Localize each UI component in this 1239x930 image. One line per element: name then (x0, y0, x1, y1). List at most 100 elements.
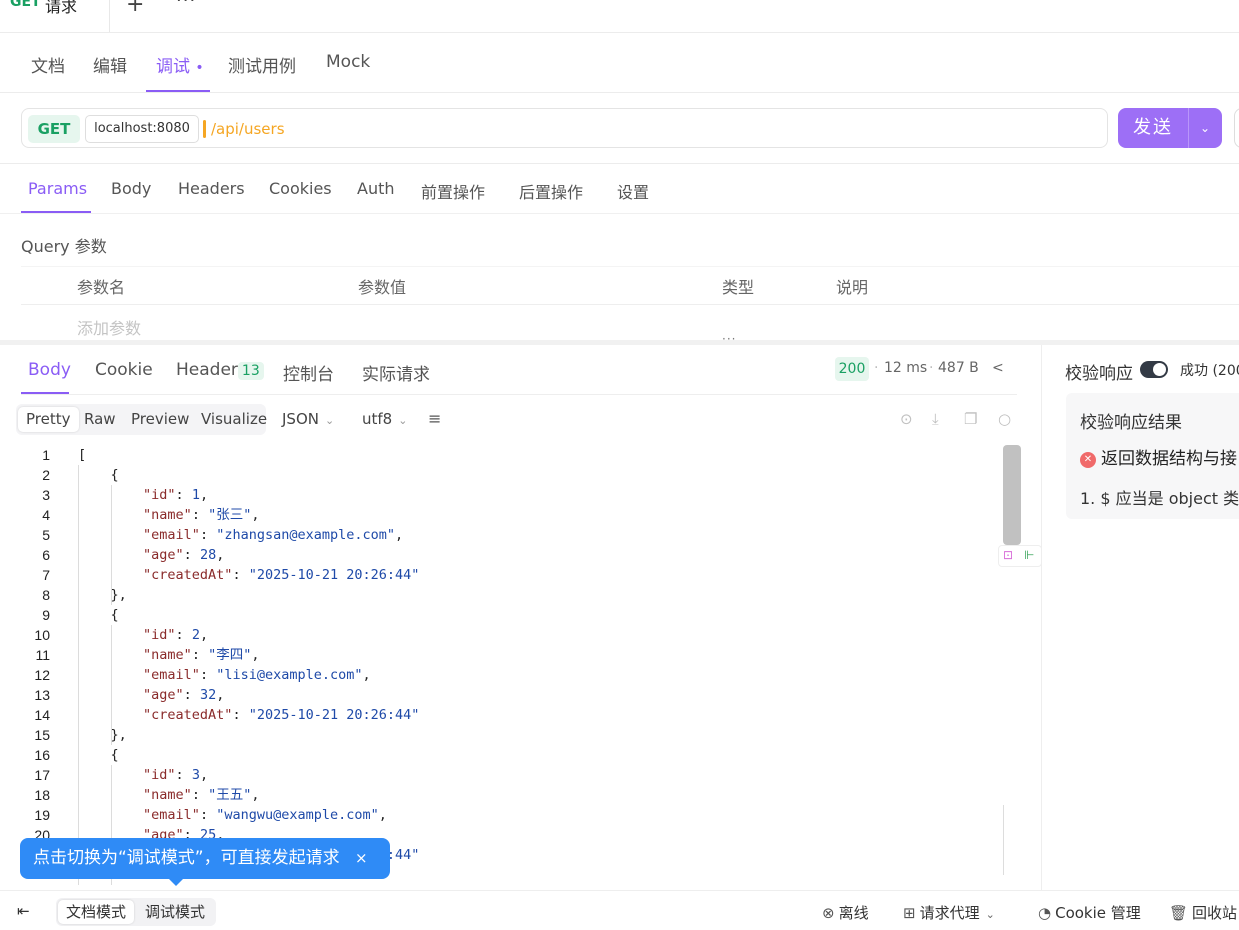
cookie-manager-label: Cookie 管理 (1055, 904, 1141, 922)
tab-pre-ops[interactable]: 前置操作 (421, 179, 485, 203)
tab-docs[interactable]: 文档 (31, 52, 65, 77)
request-tab[interactable]: GET 请求 ⌄ (0, 0, 110, 32)
tab-resp-actual-label: 实际请求 (362, 365, 430, 385)
tab-resp-actual[interactable]: 实际请求 (362, 360, 430, 385)
tab-mock[interactable]: Mock (326, 52, 370, 72)
line-number: 10 (34, 627, 50, 643)
download-icon[interactable]: ⤓ (932, 410, 939, 428)
panel-splitter[interactable] (0, 340, 1239, 345)
encoding-select[interactable]: utf8 ⌄ (362, 410, 407, 428)
divider (21, 304, 1239, 305)
scrollbar-thumb[interactable] (1003, 445, 1021, 545)
docs-mode-option[interactable]: 文档模式 (58, 900, 135, 924)
code-line: 8 }, (0, 585, 1000, 605)
tab-resp-cookie[interactable]: Cookie (95, 360, 153, 380)
tab-params[interactable]: Params (28, 179, 87, 198)
host-select[interactable]: localhost:8080 (85, 115, 199, 143)
format-raw[interactable]: Raw (76, 407, 124, 432)
code-text: { (78, 747, 119, 763)
response-code-viewer[interactable]: 1[2 {3 "id": 1, 4 "name": "张三", 5 "email":… (0, 445, 1000, 885)
verify-error-text: 返回数据结构与接口定义不一致 (1101, 449, 1239, 469)
tab-debug[interactable]: 调试 • (156, 52, 204, 77)
drag-handle-icon[interactable]: ··· (722, 332, 736, 346)
app-window: GET 请求 ⌄ + ··· 文档 编辑 调试 • 测试用例 Mock GET … (0, 0, 1239, 930)
line-number: 15 (34, 727, 50, 743)
close-icon[interactable]: × (355, 838, 368, 879)
search-icon[interactable]: ○ (998, 410, 1011, 428)
line-number: 16 (34, 747, 50, 763)
debug-mode-tooltip: 点击切换为“调试模式”，可直接发起请求 × (20, 838, 390, 886)
path-input[interactable]: /api/users (211, 109, 285, 149)
send-button[interactable]: 发送 ⌄ (1118, 108, 1222, 148)
code-text: "email": "wangwu@example.com", (143, 807, 387, 823)
scrollbar-track (1003, 805, 1004, 875)
chevron-down-icon[interactable]: ⌄ (1188, 108, 1222, 148)
meta-separator: · (874, 360, 879, 376)
proxy-button[interactable]: ⊞ 请求代理 ⌄ (903, 902, 995, 923)
query-title: Query 参数 (21, 237, 107, 256)
cookie-icon: ◔ (1038, 904, 1052, 922)
collapse-sidebar-icon[interactable]: ⇤ (17, 902, 30, 920)
code-text: "email": "zhangsan@example.com", (143, 527, 404, 543)
divider (21, 394, 1017, 395)
format-pretty[interactable]: Pretty (18, 407, 79, 432)
tab-body[interactable]: Body (111, 179, 151, 198)
code-line: 4 "name": "张三", (0, 505, 1000, 525)
line-number: 14 (34, 707, 50, 723)
mode-switch: 文档模式 调试模式 (56, 898, 216, 926)
share-icon[interactable]: < (992, 360, 1004, 376)
more-icon[interactable]: ··· (176, 0, 196, 11)
chevron-down-icon[interactable]: ⌄ (92, 0, 102, 2)
tab-edit[interactable]: 编辑 (93, 52, 127, 77)
format-preview[interactable]: Preview (123, 407, 197, 432)
tab-headers[interactable]: Headers (178, 179, 245, 198)
line-number: 13 (34, 687, 50, 703)
tab-resp-body-label: Body (28, 360, 71, 380)
tab-auth[interactable]: Auth (357, 179, 395, 198)
code-line: 19 "email": "wangwu@example.com", (0, 805, 1000, 825)
verify-error: ✕ 返回数据结构与接口定义不一致 (1080, 444, 1239, 469)
extract-icon[interactable]: ⊡ (1003, 548, 1013, 562)
tab-post-ops[interactable]: 后置操作 (519, 179, 583, 203)
code-line: 16 { (0, 745, 1000, 765)
col-desc: 说明 (836, 278, 869, 297)
trash-label: 回收站 (1192, 904, 1238, 922)
code-line: 10 "id": 2, (0, 625, 1000, 645)
url-bar[interactable]: GET localhost:8080 /api/users (21, 108, 1108, 148)
copy-icon[interactable]: ❐ (964, 410, 977, 428)
save-button[interactable] (1234, 108, 1239, 148)
offline-label: 离线 (838, 904, 869, 922)
add-tab-icon[interactable]: + (126, 0, 144, 17)
unsaved-dot: • (195, 60, 204, 76)
offline-button[interactable]: ⊗ 离线 (822, 902, 869, 923)
line-number: 4 (42, 507, 50, 523)
upload-icon[interactable]: ⊙ (900, 410, 913, 428)
content-type-select[interactable]: JSON ⌄ (282, 410, 334, 428)
tab-resp-header[interactable]: Header 13 (176, 360, 264, 380)
tab-resp-body[interactable]: Body (28, 360, 71, 380)
verify-toggle[interactable] (1140, 361, 1168, 378)
verify-status[interactable]: 成功 (200) (1180, 360, 1239, 380)
tab-resp-console-label: 控制台 (283, 365, 334, 385)
tab-resp-console[interactable]: 控制台 (283, 360, 334, 385)
code-text: "age": 32, (143, 687, 225, 703)
code-line: 7 "createdAt": "2025-10-21 20:26:44" (0, 565, 1000, 585)
meta-separator: · (929, 360, 934, 376)
line-number: 9 (42, 607, 50, 623)
code-line: 2 { (0, 465, 1000, 485)
format-visualize[interactable]: Visualize (193, 407, 275, 432)
tab-cookies[interactable]: Cookies (269, 179, 332, 198)
verify-title: 校验响应 (1065, 364, 1133, 384)
trash-button[interactable]: 🗑 回收站 (1169, 902, 1237, 923)
line-number: 2 (42, 467, 50, 483)
tab-test-cases[interactable]: 测试用例 (228, 52, 296, 77)
wrap-lines-icon[interactable]: ≡ (428, 409, 441, 428)
assert-icon[interactable]: ⊩ (1024, 548, 1034, 562)
tooltip-arrow (168, 878, 184, 886)
col-type: 类型 (722, 278, 755, 297)
add-param-input[interactable]: 添加参数 (77, 315, 141, 339)
debug-mode-option[interactable]: 调试模式 (137, 900, 213, 924)
cookie-manager-button[interactable]: ◔ Cookie 管理 (1038, 902, 1141, 923)
method-select[interactable]: GET (28, 115, 80, 143)
tab-settings[interactable]: 设置 (617, 179, 649, 203)
